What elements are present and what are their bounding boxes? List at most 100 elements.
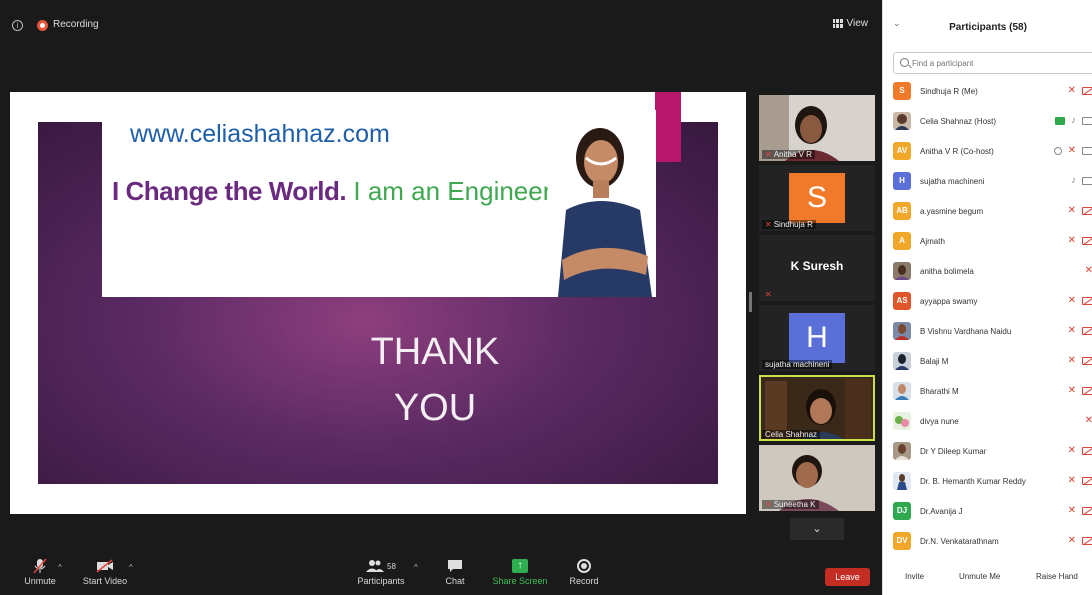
participant-row[interactable]: anitha bolimela ✕ [883, 257, 1092, 287]
video-off-icon [82, 556, 128, 576]
participant-row[interactable]: AV Anitha V R (Co-host) ✕ [883, 137, 1092, 167]
avatar: DV [893, 532, 911, 550]
video-off-icon [1082, 386, 1092, 395]
slide-accent-bar [653, 92, 681, 162]
participant-search-input[interactable] [912, 56, 1092, 70]
info-icon[interactable]: i [12, 20, 23, 31]
view-button[interactable]: View [832, 18, 868, 29]
participant-status-icons: ✕ [1068, 385, 1092, 396]
thumbnail-name: Celia Shahnaz [762, 430, 821, 439]
participant-row[interactable]: AS ayyappa swamy ✕ [883, 287, 1092, 317]
participant-name: Balaji M [920, 357, 949, 366]
grid-icon [832, 19, 843, 28]
record-label: Record [569, 576, 599, 586]
participants-panel: ⌄ Participants (58) S Sindhuja R (Me) ✕ … [882, 0, 1092, 595]
split-handle[interactable] [749, 292, 752, 312]
avatar: AB [893, 202, 911, 220]
participant-row[interactable]: S Sindhuja R (Me) ✕ [883, 77, 1092, 107]
participant-row[interactable]: B Vishnu Vardhana Naidu ✕ [883, 317, 1092, 347]
video-tile[interactable]: K Suresh ✕ [759, 235, 875, 301]
video-icon [1082, 176, 1092, 185]
participant-row[interactable]: Celia Shahnaz (Host) ♪ [883, 107, 1092, 137]
start-video-button[interactable]: Start Video [82, 556, 128, 586]
mic-muted-icon: ✕ [765, 290, 772, 299]
video-off-icon [1082, 296, 1092, 305]
thumbnail-name: sujatha machineni [762, 360, 833, 369]
participant-row[interactable]: DV Dr.N. Venkatarathnam ✕ [883, 527, 1092, 557]
avatar [893, 322, 911, 340]
recording-icon [37, 20, 48, 31]
participant-row[interactable]: A Ajmath ✕ [883, 227, 1092, 257]
slide-thank-you: THANK YOU [320, 324, 550, 436]
participant-row[interactable]: AB a.yasmine begum ✕ [883, 197, 1092, 227]
participants-button[interactable]: 58 Participants [356, 556, 406, 586]
mic-muted-icon: ✕ [1067, 205, 1076, 216]
panel-footer: Invite Unmute Me Raise Hand [883, 566, 1092, 590]
audio-options-caret[interactable]: ^ [58, 563, 62, 572]
thumbnails-scroll-down-button[interactable]: ⌄ [790, 518, 844, 540]
video-tile[interactable]: H sujatha machineni [759, 305, 875, 371]
mic-muted-icon: ✕ [1067, 145, 1076, 156]
unmute-label: Unmute [24, 576, 56, 586]
participant-name: ayyappa swamy [920, 297, 978, 306]
slide-tagline-light: I am an Engineer. [353, 176, 558, 206]
participant-name: a.yasmine begum [920, 207, 984, 216]
unmute-button[interactable]: Unmute [22, 556, 58, 586]
mic-muted-icon: ✕ [1067, 85, 1076, 96]
avatar: H [789, 313, 845, 363]
record-button[interactable]: Record [566, 556, 602, 586]
raise-hand-button[interactable]: Raise Hand [1036, 572, 1078, 581]
video-tile-active-speaker[interactable]: Celia Shahnaz [759, 375, 875, 441]
video-tile[interactable]: ✕ Suneetha K [759, 445, 875, 511]
share-screen-button[interactable]: ↑ Share Screen [492, 556, 548, 586]
meeting-toolbar: Unmute ^ Start Video ^ 58 Participants ^ [0, 550, 882, 595]
avatar [893, 382, 911, 400]
participant-status-icons: ✕ [1068, 85, 1092, 96]
video-tile[interactable]: ✕ Anitha V R [759, 95, 875, 161]
recording-label: Recording [53, 19, 99, 30]
video-off-icon [1082, 446, 1092, 455]
mic-icon: ♪ [1071, 175, 1076, 186]
avatar: H [893, 172, 911, 190]
video-off-icon [1082, 236, 1092, 245]
invite-button[interactable]: Invite [905, 572, 924, 581]
video-tile[interactable]: S ✕ Sindhuja R [759, 165, 875, 231]
participant-status-icons: ✕ [1068, 355, 1092, 366]
participant-name: Bharathi M [920, 387, 959, 396]
leave-button[interactable]: Leave [825, 568, 870, 586]
avatar [893, 472, 911, 490]
participant-status-icons: ✕ [1068, 505, 1092, 516]
participant-search[interactable] [893, 52, 1092, 74]
participant-row[interactable]: divya nune ✕ [883, 407, 1092, 437]
participant-status-icons: ✕ [1085, 265, 1092, 276]
video-off-icon [1082, 356, 1092, 365]
participants-options-caret[interactable]: ^ [414, 563, 418, 572]
unmute-me-button[interactable]: Unmute Me [959, 572, 1000, 581]
participant-row[interactable]: Bharathi M ✕ [883, 377, 1092, 407]
avatar [893, 112, 911, 130]
participant-row[interactable]: Dr Y Dileep Kumar ✕ [883, 437, 1092, 467]
video-icon [1082, 146, 1092, 155]
participant-row[interactable]: Dr. B. Hemanth Kumar Reddy ✕ [883, 467, 1092, 497]
participant-name: B Vishnu Vardhana Naidu [920, 327, 1012, 336]
video-off-icon [1082, 476, 1092, 485]
participants-label: Participants [357, 576, 405, 586]
video-off-icon [1082, 86, 1092, 95]
participant-status-icons: ✕ [1068, 205, 1092, 216]
share-screen-icon: ↑ [512, 559, 528, 573]
participant-row[interactable]: H sujatha machineni ♪ [883, 167, 1092, 197]
mic-muted-icon: ✕ [765, 220, 772, 229]
thumbnail-mic: ✕ [762, 290, 777, 299]
video-off-icon [1082, 536, 1092, 545]
chat-button[interactable]: Chat [440, 556, 470, 586]
video-options-caret[interactable]: ^ [129, 563, 133, 572]
share-screen-label: Share Screen [492, 576, 548, 586]
participant-row[interactable]: Balaji M ✕ [883, 347, 1092, 377]
participant-name: sujatha machineni [920, 177, 985, 186]
meeting-main-area: i Recording View www.celiashahnaz.com I … [0, 0, 882, 595]
chat-icon [440, 556, 470, 576]
avatar: S [893, 82, 911, 100]
participant-status-icons: ♪ [1071, 175, 1092, 186]
participant-row[interactable]: DJ Dr.Avanija J ✕ [883, 497, 1092, 527]
avatar [893, 442, 911, 460]
